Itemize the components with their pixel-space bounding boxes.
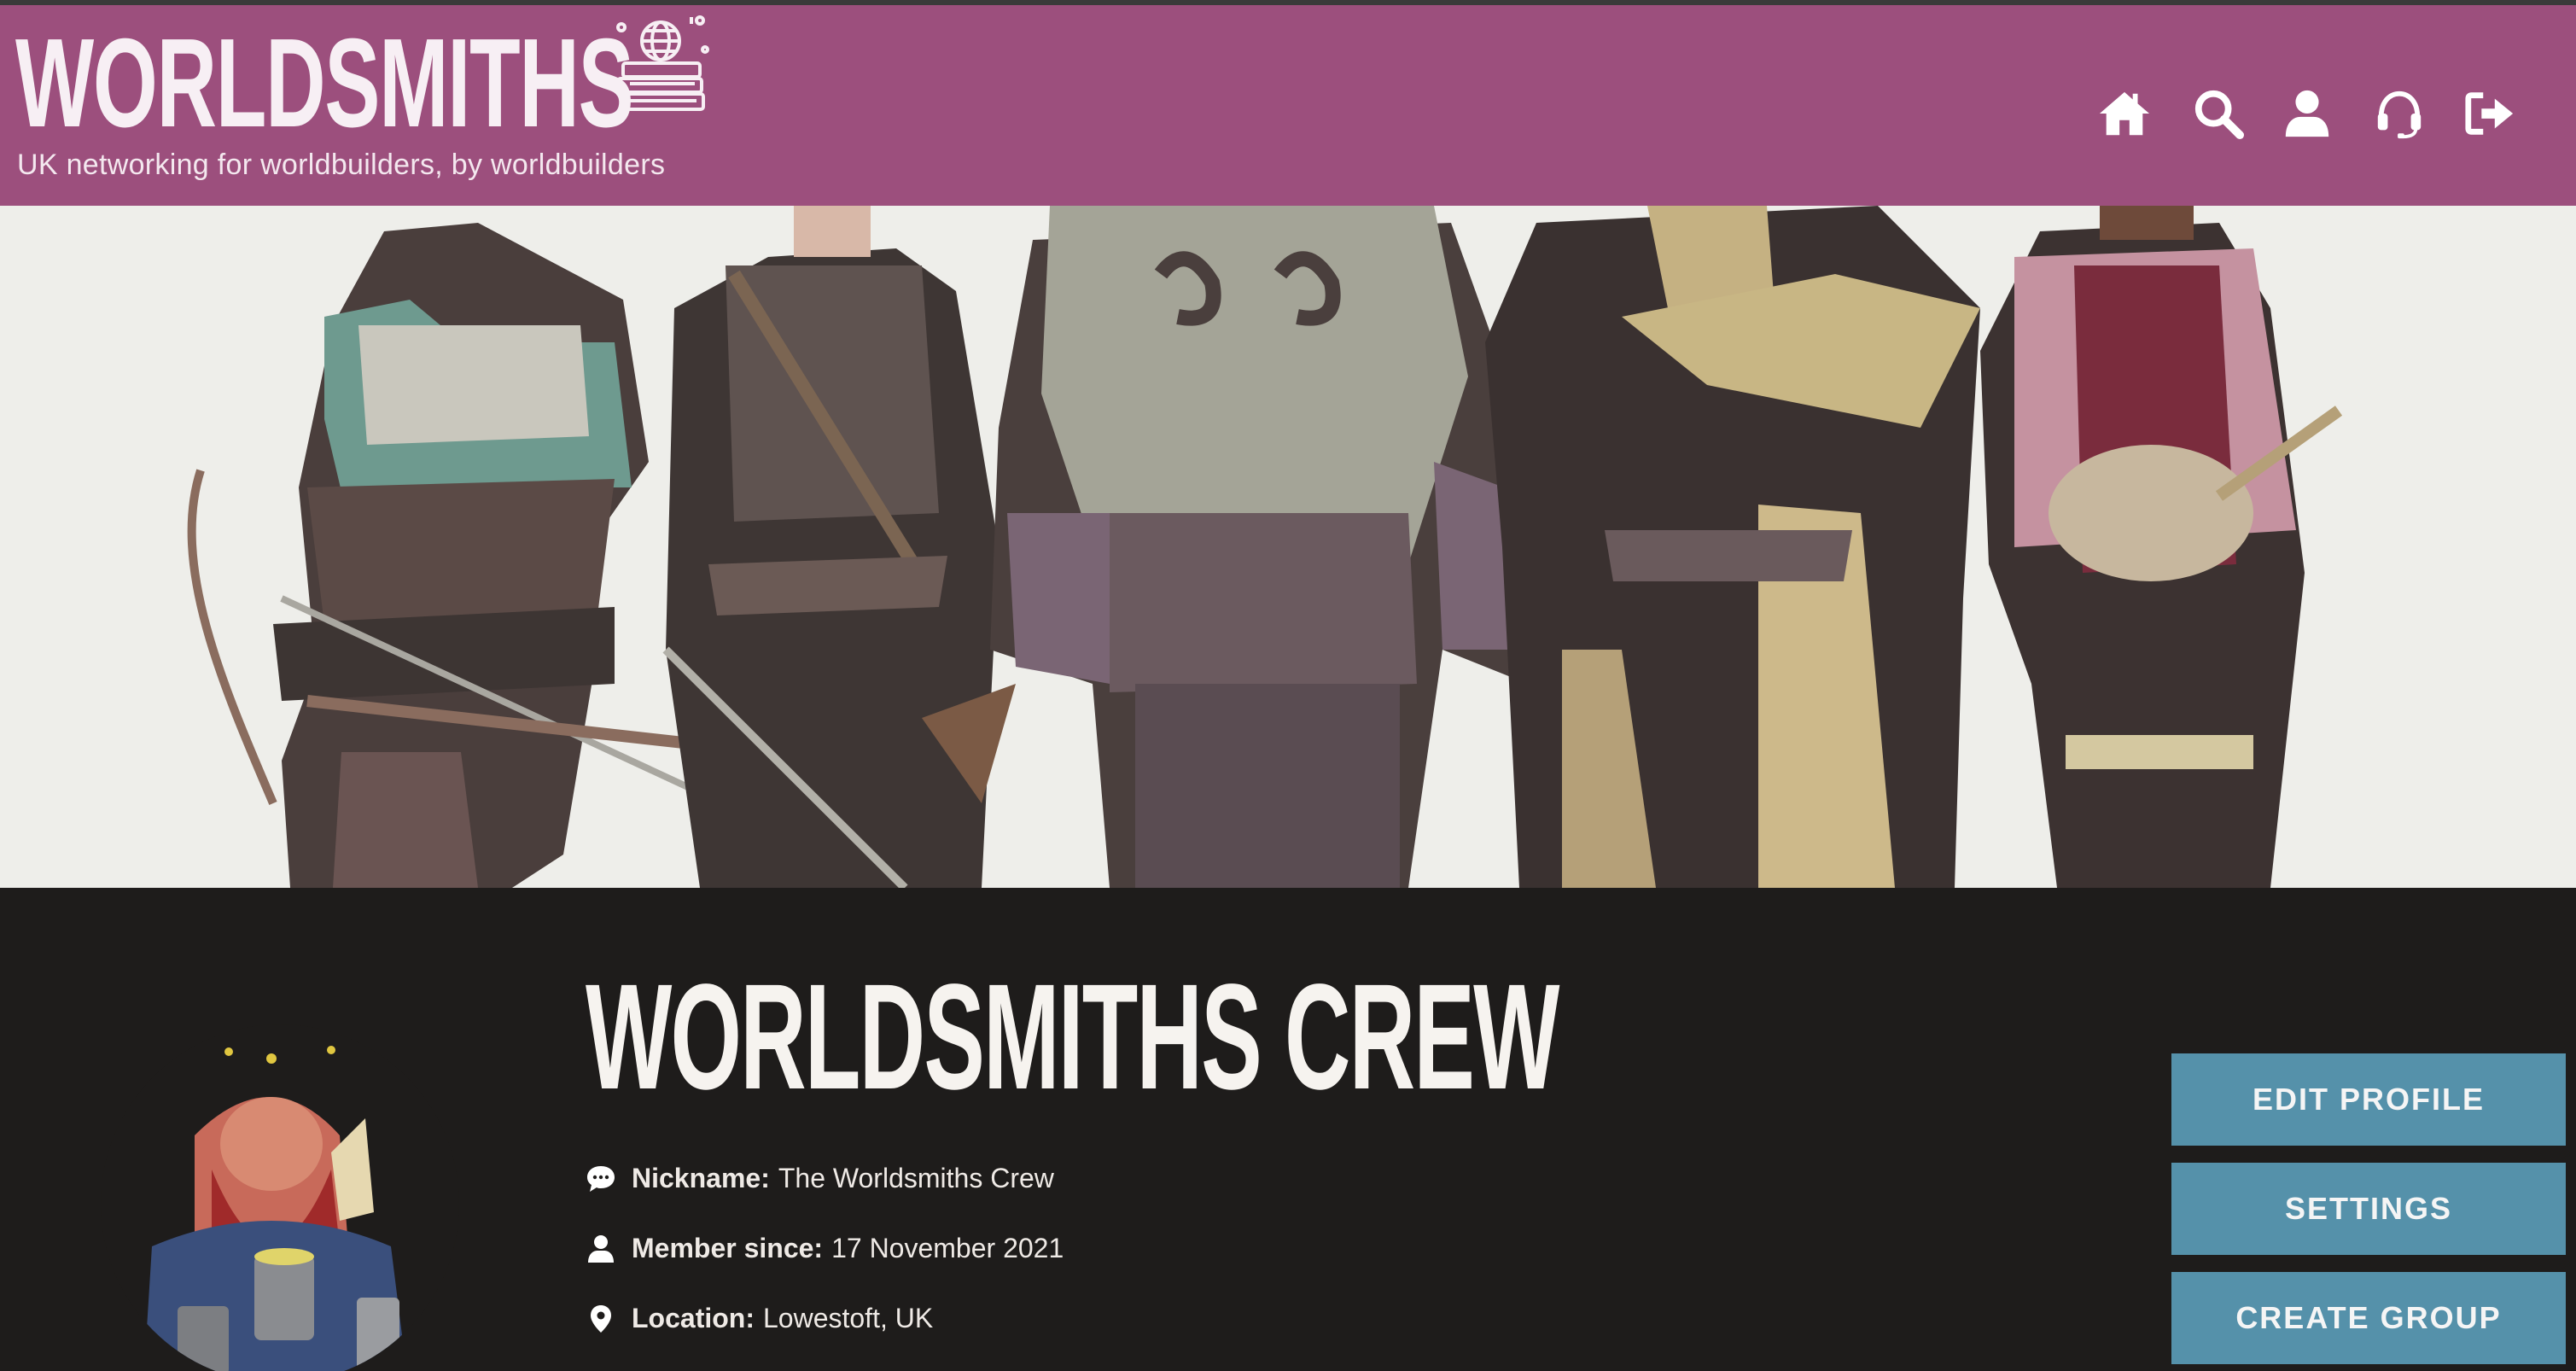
create-group-button[interactable]: CREATE GROUP [2171, 1272, 2566, 1364]
support-headset-icon[interactable] [2373, 87, 2426, 140]
user-icon[interactable] [2281, 87, 2334, 140]
member-since-row: Member since: 17 November 2021 [586, 1233, 1064, 1264]
location-row: Location: Lowestoft, UK [586, 1303, 933, 1334]
nickname-label: Nickname: [632, 1163, 770, 1193]
profile-name: WORLDSMITHS CREW [586, 954, 1559, 1121]
profile-section: WORLDSMITHS CREW Nickname: The Worldsmit… [0, 888, 2576, 1371]
location-label: Location: [632, 1303, 755, 1333]
member-since-value: 17 November 2021 [831, 1233, 1064, 1263]
home-icon[interactable] [2098, 87, 2151, 140]
search-icon[interactable] [2192, 87, 2245, 140]
nickname-row: Nickname: The Worldsmiths Crew [586, 1163, 1054, 1194]
speech-bubble-icon [586, 1164, 616, 1194]
top-nav [2098, 87, 2576, 147]
books-globe-icon [611, 12, 717, 114]
site-header: WORLDSMITHS UK networking for worldbuild… [0, 5, 2576, 206]
member-since-label: Member since: [632, 1233, 824, 1263]
warrior-figure [1485, 206, 1980, 888]
edit-profile-button[interactable]: EDIT PROFILE [2171, 1053, 2566, 1146]
site-tagline: UK networking for worldbuilders, by worl… [17, 149, 666, 181]
logout-icon[interactable] [2463, 87, 2516, 140]
logo-text: WORLDSMITHS [15, 13, 634, 154]
site-logo[interactable]: WORLDSMITHS [15, 13, 903, 154]
profile-banner-image [0, 206, 2576, 888]
map-pin-icon [586, 1304, 616, 1334]
avatar [101, 1024, 459, 1371]
settings-button[interactable]: SETTINGS [2171, 1163, 2566, 1255]
nickname-value: The Worldsmiths Crew [778, 1163, 1054, 1193]
location-value: Lowestoft, UK [762, 1303, 934, 1333]
user-icon [586, 1234, 616, 1264]
